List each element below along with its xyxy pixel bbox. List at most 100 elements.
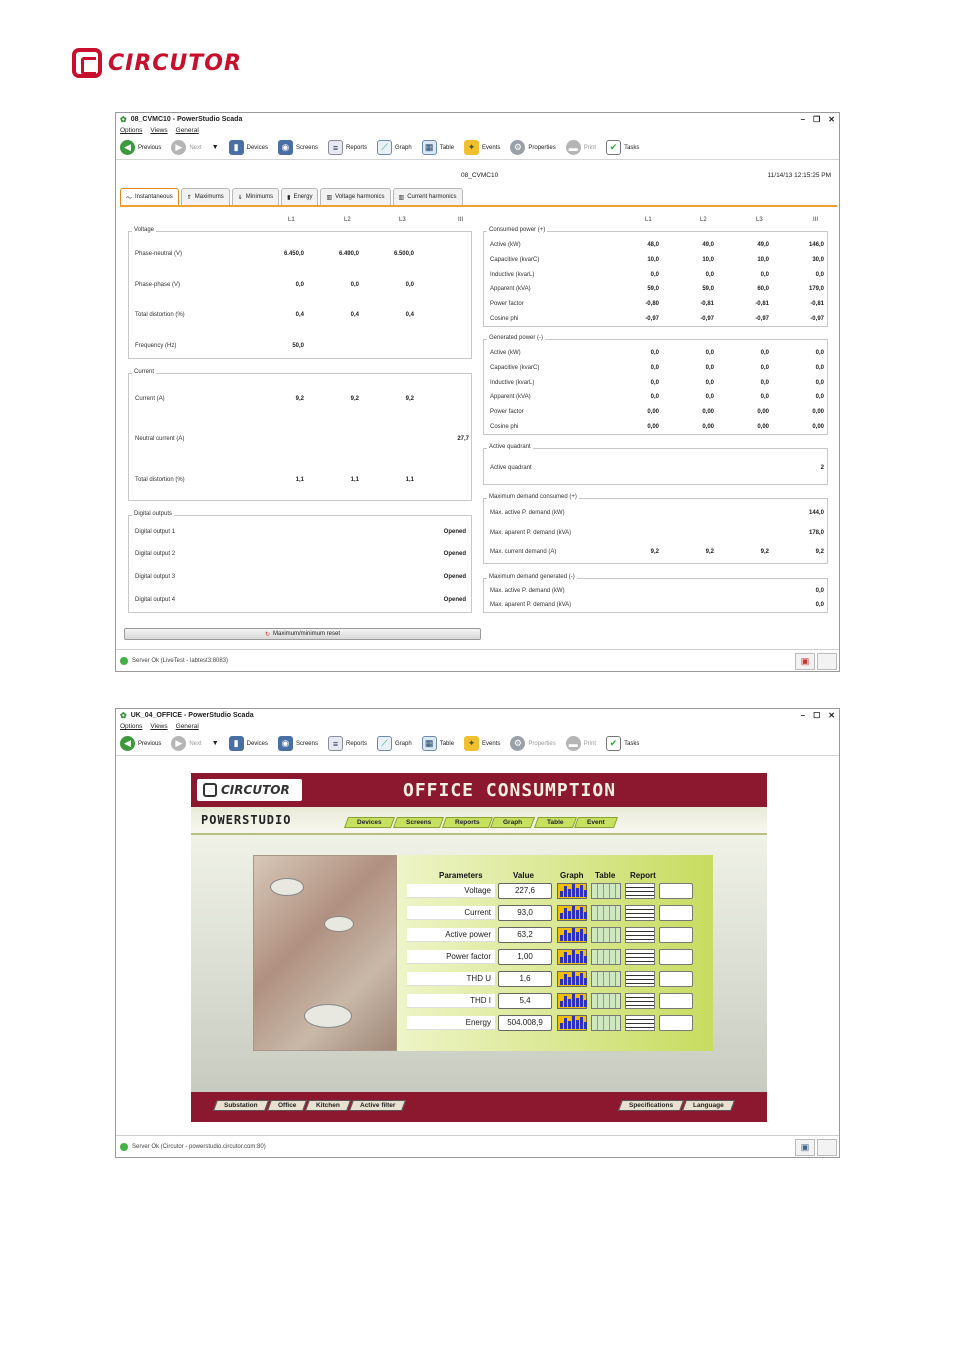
graph-bar-icon — [572, 1016, 575, 1029]
report-box[interactable] — [659, 905, 693, 921]
monitor-icon[interactable]: ▣ — [795, 1139, 815, 1156]
circutor-logo-mark — [203, 783, 217, 797]
nav-substation[interactable]: Substation — [212, 1100, 269, 1111]
table-button[interactable] — [591, 927, 621, 943]
menu-views[interactable]: Views — [150, 723, 167, 730]
graph-button[interactable]: ⟋ Graph — [377, 140, 412, 155]
checklist-icon: ✔ — [606, 736, 622, 751]
graph-button[interactable] — [557, 949, 587, 965]
menu-general[interactable]: General — [176, 127, 199, 134]
nav-graph[interactable]: Graph — [490, 817, 536, 828]
report-button[interactable] — [625, 993, 655, 1009]
nav-devices[interactable]: Devices — [343, 817, 395, 828]
tab-voltage-harmonics[interactable]: ▥ Voltage harmonics — [320, 188, 391, 205]
graph-button[interactable] — [557, 971, 587, 987]
nav-kitchen[interactable]: Kitchen — [305, 1100, 351, 1111]
graph-bar-icon — [560, 1023, 563, 1029]
print-button[interactable]: ▬ Print — [565, 736, 596, 751]
report-button[interactable] — [625, 949, 655, 965]
print-button[interactable]: ▬ Print — [565, 140, 596, 155]
graph-button[interactable] — [557, 905, 587, 921]
parameter-row: Energy 504.008,9 — [403, 1013, 709, 1033]
next-button[interactable]: ▶ Next — [171, 736, 202, 751]
maximize-icon[interactable]: ☐ — [813, 711, 820, 720]
graph-bar-icon — [568, 999, 571, 1007]
graph-button[interactable] — [557, 993, 587, 1009]
events-button[interactable]: ✦ Events — [464, 736, 500, 751]
graph-button[interactable]: ⟋ Graph — [377, 736, 412, 751]
menu-general[interactable]: General — [176, 723, 199, 730]
events-button[interactable]: ✦ Events — [464, 140, 500, 155]
history-dropdown-icon[interactable]: ▼ — [212, 144, 219, 151]
col-header-l3: L3 — [756, 217, 763, 223]
tab-current-harmonics[interactable]: ▥ Current harmonics — [392, 188, 463, 205]
table-button[interactable] — [591, 971, 621, 987]
graph-bar-icon — [568, 933, 571, 941]
menu-options[interactable]: Options — [120, 127, 142, 134]
minimize-icon[interactable]: – — [801, 711, 805, 720]
graph-button[interactable] — [557, 883, 587, 899]
parameter-name: Current — [407, 906, 495, 920]
graph-button[interactable] — [557, 927, 587, 943]
toolbar: ◀ Previous ▶ Next ▼ ▮ Devices ◉ Screens ≡ Rep… — [116, 732, 839, 756]
tasks-button[interactable]: ✔ Tasks — [606, 736, 639, 751]
scada-logo: CIRCUTOR — [197, 779, 302, 801]
graph-bar-icon — [564, 996, 567, 1007]
report-box[interactable] — [659, 927, 693, 943]
tab-minimums[interactable]: ⇓ Minimums — [231, 188, 280, 205]
max-min-reset-button[interactable]: ↻ Maximum/minimum reset — [124, 628, 481, 640]
tab-energy[interactable]: ▮ Energy — [281, 188, 319, 205]
close-icon[interactable]: ✕ — [828, 711, 835, 720]
report-box[interactable] — [659, 971, 693, 987]
nav-screens[interactable]: Screens — [392, 817, 444, 828]
minimize-icon[interactable]: – — [801, 115, 805, 124]
table-button[interactable]: ▦ Table — [421, 736, 454, 751]
previous-button[interactable]: ◀ Previous — [120, 736, 161, 751]
table-button[interactable] — [591, 883, 621, 899]
nav-language[interactable]: Language — [682, 1100, 736, 1111]
nav-active-filter[interactable]: Active filter — [348, 1100, 407, 1111]
previous-button[interactable]: ◀ Previous — [120, 140, 161, 155]
table-button[interactable] — [591, 905, 621, 921]
table-button[interactable] — [591, 1015, 621, 1031]
nav-office[interactable]: Office — [266, 1100, 308, 1111]
reports-button[interactable]: ≡ Reports — [327, 736, 367, 751]
menu-options[interactable]: Options — [120, 723, 142, 730]
graph-button[interactable] — [557, 1015, 587, 1031]
alarm-icon[interactable]: ▣ — [795, 653, 815, 670]
forward-arrow-icon: ▶ — [171, 736, 187, 751]
menu-views[interactable]: Views — [150, 127, 167, 134]
tasks-button[interactable]: ✔ Tasks — [606, 140, 639, 155]
report-button[interactable] — [625, 1015, 655, 1031]
restore-icon[interactable]: ❐ — [813, 115, 820, 124]
screens-button[interactable]: ◉ Screens — [277, 736, 318, 751]
screens-button[interactable]: ◉ Screens — [277, 140, 318, 155]
report-button[interactable] — [625, 905, 655, 921]
table-button[interactable] — [591, 949, 621, 965]
table-button[interactable]: ▦ Table — [421, 140, 454, 155]
devices-icon: ▮ — [228, 140, 244, 155]
nav-table[interactable]: Table — [533, 817, 577, 828]
report-box[interactable] — [659, 993, 693, 1009]
report-box[interactable] — [659, 949, 693, 965]
nav-event[interactable]: Event — [574, 817, 618, 828]
graph-bar-icon — [568, 955, 571, 963]
report-box[interactable] — [659, 1015, 693, 1031]
nav-reports[interactable]: Reports — [441, 817, 493, 828]
table-button[interactable] — [591, 993, 621, 1009]
reports-button[interactable]: ≡ Reports — [327, 140, 367, 155]
tab-instantaneous[interactable]: 〜 Instantaneous — [120, 188, 179, 205]
devices-button[interactable]: ▮ Devices — [228, 140, 268, 155]
history-dropdown-icon[interactable]: ▼ — [212, 740, 219, 747]
next-button[interactable]: ▶ Next — [171, 140, 202, 155]
report-button[interactable] — [625, 971, 655, 987]
tab-maximums[interactable]: ⇑ Maximums — [180, 188, 230, 205]
nav-specifications[interactable]: Specifications — [618, 1100, 685, 1111]
report-button[interactable] — [625, 883, 655, 899]
report-button[interactable] — [625, 927, 655, 943]
properties-button[interactable]: ⚙ Properties — [510, 736, 556, 751]
properties-button[interactable]: ⚙ Properties — [510, 140, 556, 155]
close-icon[interactable]: ✕ — [828, 115, 835, 124]
devices-button[interactable]: ▮ Devices — [228, 736, 268, 751]
report-box[interactable] — [659, 883, 693, 899]
